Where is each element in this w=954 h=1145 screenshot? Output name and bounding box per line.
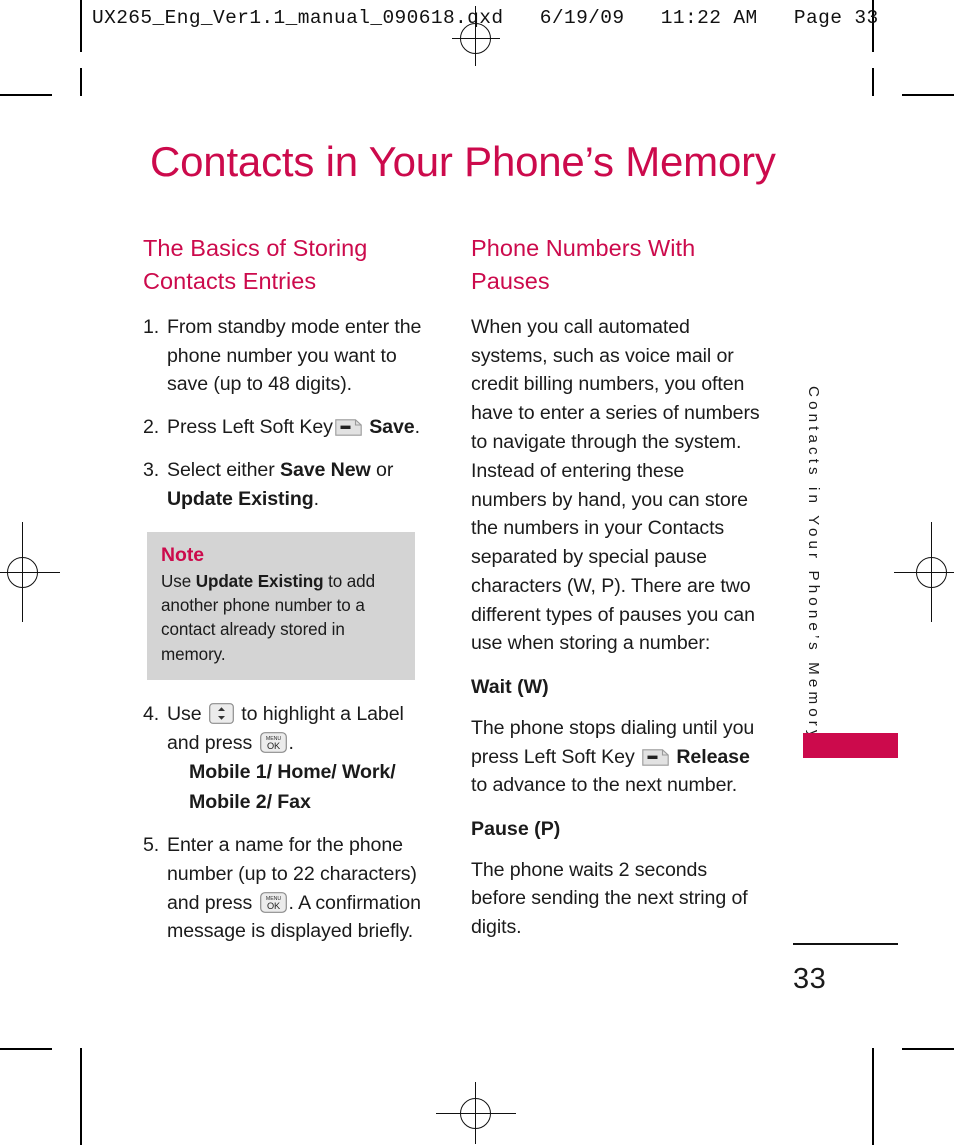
step-text-post: .	[288, 731, 294, 754]
step-text-post: .	[313, 487, 319, 510]
menu-ok-key-icon: MENU OK	[259, 891, 287, 913]
note-callout: Note Use Update Existing to add another …	[147, 531, 415, 680]
step-text-pre: Press Left Soft Key	[167, 416, 333, 439]
crop-mark-bottom-right-h	[902, 1048, 954, 1050]
page-title: Contacts in Your Phone’s Memory	[150, 138, 776, 185]
wait-text-bold: Release	[676, 745, 750, 768]
label-options-line-1: Mobile 1/ Home/ Work/	[189, 761, 396, 784]
wait-text-post: to advance to the next number.	[471, 774, 738, 797]
subheading-pause: Pause (P)	[471, 818, 561, 841]
side-tab-label: Contacts in Your Phone’s Memory	[805, 386, 822, 742]
registration-mark-left	[0, 522, 60, 622]
step-number: 5.	[143, 834, 160, 856]
list-item: 1. From standby mode enter the phone num…	[143, 313, 435, 399]
step-text: Use to highlight a Label and press MENU O…	[167, 700, 435, 817]
step-text: From standby mode enter the phone number…	[167, 315, 422, 396]
left-soft-key-icon	[642, 746, 669, 766]
step-text: Press Left Soft Key Save.	[167, 413, 435, 442]
step-text-post: .	[414, 416, 420, 439]
navigation-key-icon	[209, 702, 234, 724]
list-item: 2. Press Left Soft Key Save.	[143, 413, 435, 442]
pauses-intro-paragraph: When you call automated systems, such as…	[471, 315, 760, 655]
crop-mark-top-left-v	[80, 0, 82, 52]
section-heading-pauses: Phone Numbers With Pauses	[471, 235, 696, 295]
svg-text:OK: OK	[266, 741, 280, 751]
registration-mark-right	[894, 522, 954, 622]
storing-steps-list-continued: 4. Use to highlight a Label and press ME…	[143, 700, 435, 946]
page-number: 33	[793, 963, 827, 995]
list-item: 5. Enter a name for the phone number (up…	[143, 831, 435, 946]
step-text-pre: Select either	[167, 458, 280, 481]
preflight-header: UX265_Eng_Ver1.1_manual_090618.qxd 6/19/…	[92, 7, 879, 29]
step-text: Select either Save New or Update Existin…	[167, 456, 435, 514]
side-tab-accent-bar	[803, 733, 898, 758]
step-text: Enter a name for the phone number (up to…	[167, 831, 435, 946]
list-item: 3. Select either Save New or Update Exis…	[143, 456, 435, 514]
note-text-bold: Update Existing	[195, 571, 324, 591]
crop-mark-top-right-h	[902, 94, 954, 96]
crop-mark-bottom-right-v	[872, 1048, 874, 1145]
wait-description: The phone stops dialing until you press …	[471, 714, 763, 800]
crop-mark-top-left-h	[0, 94, 52, 96]
crop-mark-top-right-v2	[872, 68, 874, 96]
storing-steps-list: 1. From standby mode enter the phone num…	[143, 313, 435, 514]
side-tab: Contacts in Your Phone’s Memory	[796, 386, 830, 742]
list-item: 4. Use to highlight a Label and press ME…	[143, 700, 435, 817]
footer-rule	[793, 943, 898, 945]
crop-mark-bottom-left-v	[80, 1048, 82, 1145]
step-number: 3.	[143, 458, 160, 481]
note-body: Use Update Existing to add another phone…	[161, 570, 401, 667]
manual-page: UX265_Eng_Ver1.1_manual_090618.qxd 6/19/…	[0, 0, 954, 1145]
left-soft-key-icon	[335, 416, 362, 436]
crop-mark-bottom-left-h	[0, 1048, 52, 1050]
registration-mark-bottom	[436, 1082, 516, 1144]
step-text-pre: Use	[167, 702, 202, 725]
step-text-bold: Save	[369, 416, 415, 439]
step-option-save-new: Save New	[279, 458, 371, 481]
menu-ok-key-icon: MENU OK	[259, 731, 287, 753]
note-text-pre: Use	[161, 571, 196, 591]
note-title: Note	[161, 543, 205, 566]
left-column: The Basics of Storing Contacts Entries 1…	[143, 232, 435, 960]
step-option-update-existing: Update Existing	[167, 487, 314, 510]
section-heading-basics: The Basics of Storing Contacts Entries	[143, 235, 368, 295]
right-column: Phone Numbers With Pauses When you call …	[471, 232, 763, 942]
pause-description: The phone waits 2 seconds before sending…	[471, 858, 748, 939]
subheading-wait: Wait (W)	[471, 676, 549, 699]
svg-text:OK: OK	[266, 901, 280, 911]
crop-mark-top-left-v2	[80, 68, 82, 96]
step-text-mid: or	[370, 458, 394, 481]
step-number: 2.	[143, 416, 160, 439]
step-number: 1.	[143, 315, 160, 338]
step-number: 4.	[143, 702, 160, 725]
label-options-line-2: Mobile 2/ Fax	[189, 791, 311, 814]
